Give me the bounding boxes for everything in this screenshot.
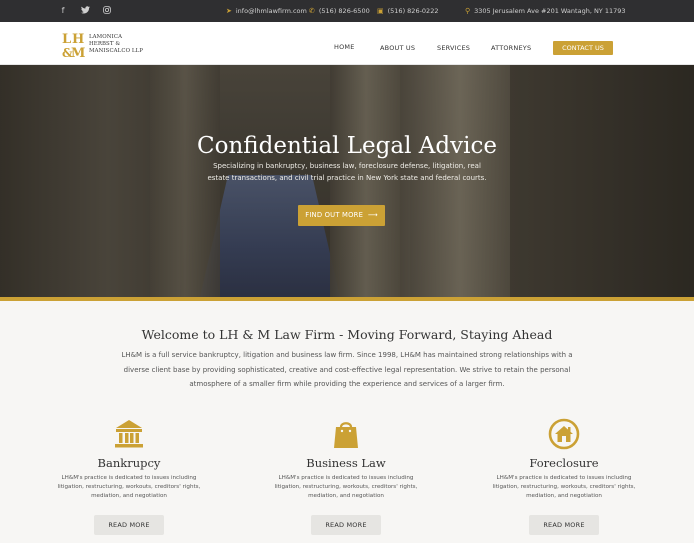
nav-home[interactable]: HOME <box>334 43 355 51</box>
svg-text:M: M <box>71 46 85 58</box>
practice-area-title: Bankrupcy <box>97 456 161 470</box>
practice-area-title: Business Law <box>306 456 386 470</box>
read-more-button[interactable]: READ MORE <box>94 515 164 535</box>
house-icon <box>548 418 580 450</box>
phone-icon: ✆ <box>309 7 315 15</box>
arrow-right-icon: ⟶ <box>365 211 378 219</box>
practice-area-business-law: Business Law LH&M's practice is dedicate… <box>251 418 441 535</box>
fax-info: ▣ (516) 826-0222 <box>377 7 439 15</box>
nav-about-us[interactable]: ABOUT US <box>380 44 415 52</box>
bank-icon <box>113 418 145 450</box>
practice-area-foreclosure: Foreclosure LH&M's practice is dedicated… <box>469 418 659 535</box>
send-icon: ➤ <box>226 7 232 15</box>
address-info: ⚲ 3305 Jerusalem Ave #201 Wantagh, NY 11… <box>465 7 626 15</box>
briefcase-icon <box>330 418 362 450</box>
read-more-button[interactable]: READ MORE <box>311 515 381 535</box>
hero-subtitle: Specializing in bankruptcy, business law… <box>207 162 487 182</box>
hero-title: Confidential Legal Advice <box>197 133 497 159</box>
logo[interactable]: L H & M LAMONICA HERBST & MANISCALCO LLP <box>62 30 143 61</box>
find-out-more-button[interactable]: FIND OUT MORE ⟶ <box>298 205 385 226</box>
site-header: L H & M LAMONICA HERBST & MANISCALCO LLP… <box>0 22 694 65</box>
gold-divider <box>0 297 694 301</box>
logo-text: LAMONICA HERBST & MANISCALCO LLP <box>89 33 143 54</box>
practice-area-title: Foreclosure <box>529 456 599 470</box>
facebook-icon[interactable]: f <box>58 6 68 16</box>
practice-area-description: LH&M's practice is dedicated to issues i… <box>57 475 201 499</box>
welcome-title: Welcome to LH & M Law Firm - Moving Forw… <box>141 327 553 342</box>
phone-link[interactable]: ✆ (516) 826-6500 <box>309 7 370 15</box>
svg-text:L: L <box>62 32 71 47</box>
twitter-icon[interactable] <box>80 6 90 16</box>
welcome-text: LH&M is a full service bankruptcy, litig… <box>121 351 573 388</box>
read-more-button[interactable]: READ MORE <box>529 515 599 535</box>
nav-attorneys[interactable]: ATTORNEYS <box>491 44 531 52</box>
svg-text:H: H <box>72 32 84 47</box>
social-links: f <box>58 6 112 16</box>
contact-us-button[interactable]: CONTACT US <box>553 41 613 55</box>
practice-area-description: LH&M's practice is dedicated to issues i… <box>274 475 418 499</box>
email-link[interactable]: ➤ info@lhmlawfirm.com <box>226 7 307 15</box>
practice-area-description: LH&M's practice is dedicated to issues i… <box>492 475 636 499</box>
hero-banner: Confidential Legal Advice Specializing i… <box>0 65 694 297</box>
map-pin-icon: ⚲ <box>465 7 471 15</box>
top-bar: f ➤ info@lhmlawfirm.com ✆ (516) 826-6500… <box>0 0 694 22</box>
fax-icon: ▣ <box>377 7 384 15</box>
nav-services[interactable]: SERVICES <box>437 44 470 52</box>
instagram-icon[interactable] <box>102 6 112 16</box>
logo-mark: L H & M <box>62 31 86 61</box>
practice-area-bankruptcy: Bankrupcy LH&M's practice is dedicated t… <box>34 418 224 535</box>
